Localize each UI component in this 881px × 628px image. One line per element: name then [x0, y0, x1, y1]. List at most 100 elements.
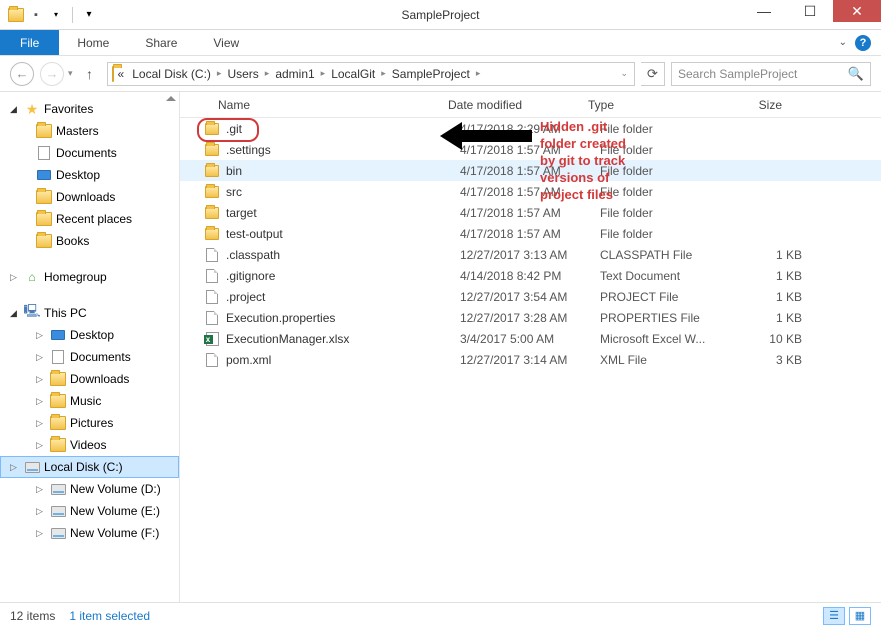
disk-icon [50, 503, 66, 519]
search-icon[interactable]: 🔍 [848, 66, 864, 82]
expander-icon[interactable]: ▷ [36, 528, 46, 539]
scroll-up-icon[interactable] [166, 96, 176, 101]
icons-view-button[interactable]: ▦ [849, 607, 871, 625]
file-row[interactable]: .settings4/17/2018 1:57 AMFile folder [180, 139, 881, 160]
nav-item-downloads[interactable]: ▷Downloads [0, 368, 179, 390]
file-row[interactable]: target4/17/2018 1:57 AMFile folder [180, 202, 881, 223]
breadcrumb-item[interactable]: Users [223, 67, 262, 81]
file-type: Microsoft Excel W... [592, 332, 732, 346]
file-row[interactable]: .gitignore4/14/2018 8:42 PMText Document… [180, 265, 881, 286]
file-name: src [222, 185, 452, 199]
expander-icon[interactable]: ▷ [36, 418, 46, 429]
maximize-button[interactable]: ☐ [787, 0, 833, 22]
file-row[interactable]: src4/17/2018 1:57 AMFile folder [180, 181, 881, 202]
file-type: File folder [592, 164, 732, 178]
help-icon[interactable]: ? [855, 35, 871, 51]
expander-icon[interactable]: ▷ [36, 396, 46, 407]
expander-icon[interactable]: ▷ [36, 484, 46, 495]
nav-item-videos[interactable]: ▷Videos [0, 434, 179, 456]
file-type: File folder [592, 227, 732, 241]
back-button[interactable]: ← [10, 62, 34, 86]
expand-ribbon-icon[interactable]: ⌄ [839, 37, 847, 48]
file-row[interactable]: pom.xml12/27/2017 3:14 AMXML File3 KB [180, 349, 881, 370]
folder-icon [202, 144, 222, 156]
breadcrumb-item[interactable]: admin1 [271, 67, 318, 81]
file-size: 1 KB [732, 290, 802, 304]
tab-home[interactable]: Home [59, 30, 127, 55]
file-date: 4/17/2018 1:57 AM [452, 143, 592, 157]
nav-item-music[interactable]: ▷Music [0, 390, 179, 412]
nav-item-downloads[interactable]: Downloads [0, 186, 179, 208]
nav-item-pictures[interactable]: ▷Pictures [0, 412, 179, 434]
nav-item-volume-e[interactable]: ▷New Volume (E:) [0, 500, 179, 522]
column-size[interactable]: Size [720, 98, 790, 112]
expander-icon[interactable]: ◢ [10, 308, 20, 319]
nav-item-books[interactable]: Books [0, 230, 179, 252]
nav-item-documents[interactable]: Documents [0, 142, 179, 164]
nav-item-volume-d[interactable]: ▷New Volume (D:) [0, 478, 179, 500]
breadcrumb-item[interactable]: Local Disk (C:) [128, 67, 215, 81]
column-name[interactable]: Name [210, 98, 440, 112]
breadcrumb[interactable]: « Local Disk (C:)▸ Users▸ admin1▸ LocalG… [107, 62, 635, 86]
breadcrumb-item[interactable]: SampleProject [388, 67, 474, 81]
expander-icon[interactable]: ▷ [36, 352, 46, 363]
forward-button[interactable]: → [40, 62, 64, 86]
file-row[interactable]: bin4/17/2018 1:57 AMFile folder [180, 160, 881, 181]
file-type: Text Document [592, 269, 732, 283]
properties-icon[interactable]: ▪ [28, 7, 44, 23]
file-icon [202, 353, 222, 367]
nav-item-desktop[interactable]: ▷Desktop [0, 324, 179, 346]
disk-icon [50, 481, 66, 497]
qat-dropdown-icon[interactable]: ▾ [48, 7, 64, 23]
expander-icon[interactable]: ▷ [36, 374, 46, 385]
nav-item-local-disk-c[interactable]: ▷Local Disk (C:) [0, 456, 179, 478]
details-view-button[interactable]: ☰ [823, 607, 845, 625]
file-icon [202, 311, 222, 325]
tab-view[interactable]: View [195, 30, 257, 55]
file-name: pom.xml [222, 353, 452, 367]
file-row[interactable]: test-output4/17/2018 1:57 AMFile folder [180, 223, 881, 244]
nav-item-desktop[interactable]: Desktop [0, 164, 179, 186]
nav-item-documents[interactable]: ▷Documents [0, 346, 179, 368]
nav-item-masters[interactable]: Masters [0, 120, 179, 142]
nav-label: Homegroup [44, 270, 107, 284]
qat-overflow-icon[interactable]: ▾ [81, 7, 97, 23]
expander-icon[interactable]: ▷ [10, 272, 20, 283]
expander-icon[interactable]: ◢ [10, 104, 20, 115]
nav-item-volume-f[interactable]: ▷New Volume (F:) [0, 522, 179, 544]
minimize-button[interactable]: — [741, 0, 787, 22]
tab-share[interactable]: Share [127, 30, 195, 55]
breadcrumb-dropdown-icon[interactable]: ⌄ [618, 68, 630, 79]
file-row[interactable]: .project12/27/2017 3:54 AMPROJECT File1 … [180, 286, 881, 307]
file-row[interactable]: ExecutionManager.xlsx3/4/2017 5:00 AMMic… [180, 328, 881, 349]
column-type[interactable]: Type [580, 98, 720, 112]
homegroup-icon: ⌂ [24, 269, 40, 285]
breadcrumb-prefix[interactable]: « [114, 67, 129, 81]
document-icon [50, 349, 66, 365]
nav-homegroup[interactable]: ▷ ⌂ Homegroup [0, 266, 179, 288]
close-button[interactable]: ✕ [833, 0, 881, 22]
up-button[interactable]: ↑ [79, 63, 101, 85]
folder-icon [202, 123, 222, 135]
file-row[interactable]: .classpath12/27/2017 3:13 AMCLASSPATH Fi… [180, 244, 881, 265]
file-row[interactable]: .git4/17/2018 2:29 AMFile folder [180, 118, 881, 139]
column-date[interactable]: Date modified [440, 98, 580, 112]
nav-thispc[interactable]: ◢ 🖳 This PC [0, 302, 179, 324]
search-input[interactable]: Search SampleProject 🔍 [671, 62, 871, 86]
desktop-icon [36, 167, 52, 183]
file-name: test-output [222, 227, 452, 241]
search-placeholder: Search SampleProject [678, 67, 797, 81]
breadcrumb-item[interactable]: LocalGit [327, 67, 379, 81]
nav-favorites[interactable]: ◢ ★ Favorites [0, 98, 179, 120]
expander-icon[interactable]: ▷ [36, 440, 46, 451]
refresh-button[interactable]: ⟳ [641, 62, 665, 86]
expander-icon[interactable]: ▷ [36, 330, 46, 341]
history-dropdown-icon[interactable]: ▾ [68, 68, 73, 79]
expander-icon[interactable]: ▷ [36, 506, 46, 517]
file-tab[interactable]: File [0, 30, 59, 55]
file-row[interactable]: Execution.properties12/27/2017 3:28 AMPR… [180, 307, 881, 328]
document-icon [36, 145, 52, 161]
nav-label: Favorites [44, 102, 93, 116]
expander-icon[interactable]: ▷ [10, 462, 20, 473]
nav-item-recent[interactable]: Recent places [0, 208, 179, 230]
